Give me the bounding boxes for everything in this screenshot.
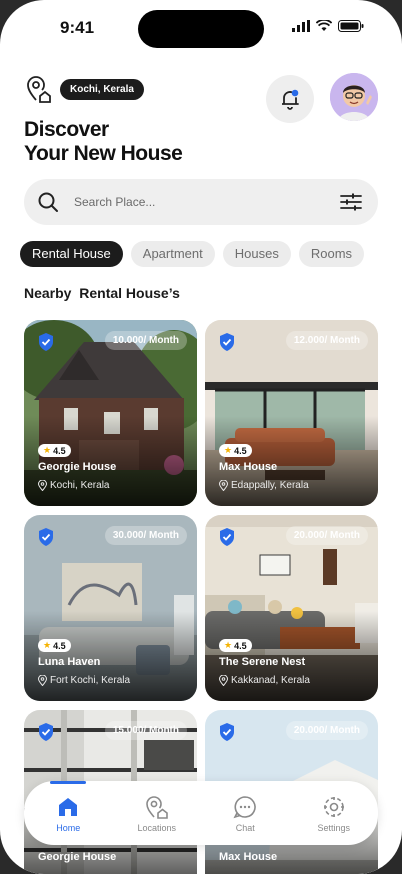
listing-card[interactable]: 20.000/ Month ★ 4.5 The Serene Nest Kakka… bbox=[205, 515, 378, 701]
price-badge: 20.000/ Month bbox=[285, 721, 368, 740]
filter-icon[interactable] bbox=[338, 190, 364, 214]
nav-home[interactable]: Home bbox=[24, 781, 113, 845]
rating-badge: ★ 4.5 bbox=[219, 639, 252, 652]
search-icon bbox=[38, 192, 58, 212]
listing-name: Georgie House bbox=[38, 851, 117, 863]
dynamic-island bbox=[138, 10, 264, 48]
place-text: Kochi, Kerala bbox=[50, 480, 110, 491]
wifi-icon bbox=[316, 20, 332, 31]
rating-value: 4.5 bbox=[234, 445, 247, 456]
rating-badge: ★ 4.5 bbox=[219, 444, 252, 457]
nav-locations-label: Locations bbox=[137, 822, 177, 833]
verified-badge-icon bbox=[220, 723, 234, 741]
phone-screen: 9:41 Kochi, Kerala Discover Your New Hou… bbox=[0, 0, 402, 874]
price-badge: 10.000/ Month bbox=[104, 331, 187, 350]
location-house-icon bbox=[145, 795, 168, 819]
chat-icon bbox=[233, 795, 257, 818]
signal-icon bbox=[292, 20, 310, 32]
rating-value: 4.5 bbox=[53, 640, 66, 651]
verified-badge-icon bbox=[39, 333, 53, 351]
filter-chips: Rental House Apartment Houses Rooms bbox=[20, 241, 365, 267]
page-title: Discover Your New House bbox=[24, 118, 183, 166]
star-icon: ★ bbox=[224, 640, 233, 650]
nav-settings-label: Settings bbox=[317, 822, 351, 833]
pin-icon bbox=[219, 675, 228, 686]
place-text: Fort Kochi, Kerala bbox=[50, 675, 131, 686]
chip-houses[interactable]: Houses bbox=[222, 241, 291, 267]
listing-name: The Serene Nest bbox=[219, 656, 306, 668]
nav-home-label: Home bbox=[56, 822, 81, 833]
avatar[interactable] bbox=[330, 73, 378, 121]
star-icon: ★ bbox=[43, 640, 52, 650]
pin-icon bbox=[38, 480, 47, 491]
listing-card[interactable]: 30.000/ Month ★ 4.5 Luna Haven Fort Kochi… bbox=[24, 515, 197, 701]
price-badge: 30.000/ Month bbox=[104, 526, 187, 545]
nav-locations[interactable]: Locations bbox=[113, 781, 202, 845]
listing-place: Kakkanad, Kerala bbox=[219, 675, 310, 686]
listing-card[interactable]: 10.000/ Month ★ 4.5 Georgie House Kochi, … bbox=[24, 320, 197, 506]
rating-badge: ★ 4.5 bbox=[38, 444, 71, 457]
nav-chat-label: Chat bbox=[235, 822, 255, 833]
listing-name: Max House bbox=[219, 851, 278, 863]
status-time: 9:41 bbox=[60, 18, 95, 37]
chip-rooms[interactable]: Rooms bbox=[298, 241, 365, 267]
star-icon: ★ bbox=[224, 445, 233, 455]
home-icon bbox=[59, 797, 78, 816]
nav-chat[interactable]: Chat bbox=[201, 781, 290, 845]
rating-badge: ★ 4.5 bbox=[38, 639, 71, 652]
bottom-nav: Home Locations Chat Settings bbox=[24, 781, 378, 845]
pin-icon bbox=[38, 675, 47, 686]
verified-badge-icon bbox=[220, 528, 234, 546]
verified-badge-icon bbox=[220, 333, 234, 351]
rating-value: 4.5 bbox=[53, 445, 66, 456]
price-badge: 15.000/ Month bbox=[104, 721, 187, 740]
status-bar: 9:41 bbox=[0, 0, 402, 56]
verified-badge-icon bbox=[39, 528, 53, 546]
search-input[interactable] bbox=[74, 195, 314, 209]
search-bar bbox=[24, 179, 378, 225]
listing-card[interactable]: 12.000/ Month ★ 4.5 Max House Edappally, … bbox=[205, 320, 378, 506]
rating-value: 4.5 bbox=[234, 640, 247, 651]
star-icon: ★ bbox=[43, 445, 52, 455]
nav-settings[interactable]: Settings bbox=[290, 781, 379, 845]
chip-rental-house[interactable]: Rental House bbox=[20, 241, 123, 267]
location-house-icon bbox=[27, 76, 51, 103]
bell-icon bbox=[282, 89, 299, 110]
listing-place: Kochi, Kerala bbox=[38, 480, 109, 491]
avatar-image bbox=[330, 73, 378, 121]
place-text: Kakkanad, Kerala bbox=[231, 675, 310, 686]
title-line-2: Your New House bbox=[24, 142, 183, 165]
pin-icon bbox=[219, 480, 228, 491]
notification-button[interactable] bbox=[266, 75, 314, 123]
battery-icon bbox=[338, 20, 364, 32]
verified-badge-icon bbox=[39, 723, 53, 741]
location-selector[interactable]: Kochi, Kerala bbox=[24, 74, 144, 104]
listing-name: Georgie House bbox=[38, 461, 117, 473]
listing-name: Max House bbox=[219, 461, 278, 473]
location-chip[interactable]: Kochi, Kerala bbox=[60, 78, 144, 100]
status-icons bbox=[292, 20, 364, 32]
place-text: Edappally, Kerala bbox=[231, 480, 309, 491]
listing-name: Luna Haven bbox=[38, 656, 101, 668]
price-badge: 20.000/ Month bbox=[285, 526, 368, 545]
chip-apartment[interactable]: Apartment bbox=[130, 241, 215, 267]
price-badge: 12.000/ Month bbox=[285, 331, 368, 350]
settings-icon bbox=[323, 796, 344, 817]
listing-place: Edappally, Kerala bbox=[219, 480, 309, 491]
section-title: Nearby Rental House’s bbox=[24, 285, 180, 301]
listing-place: Fort Kochi, Kerala bbox=[38, 675, 130, 686]
title-line-1: Discover bbox=[24, 118, 109, 141]
